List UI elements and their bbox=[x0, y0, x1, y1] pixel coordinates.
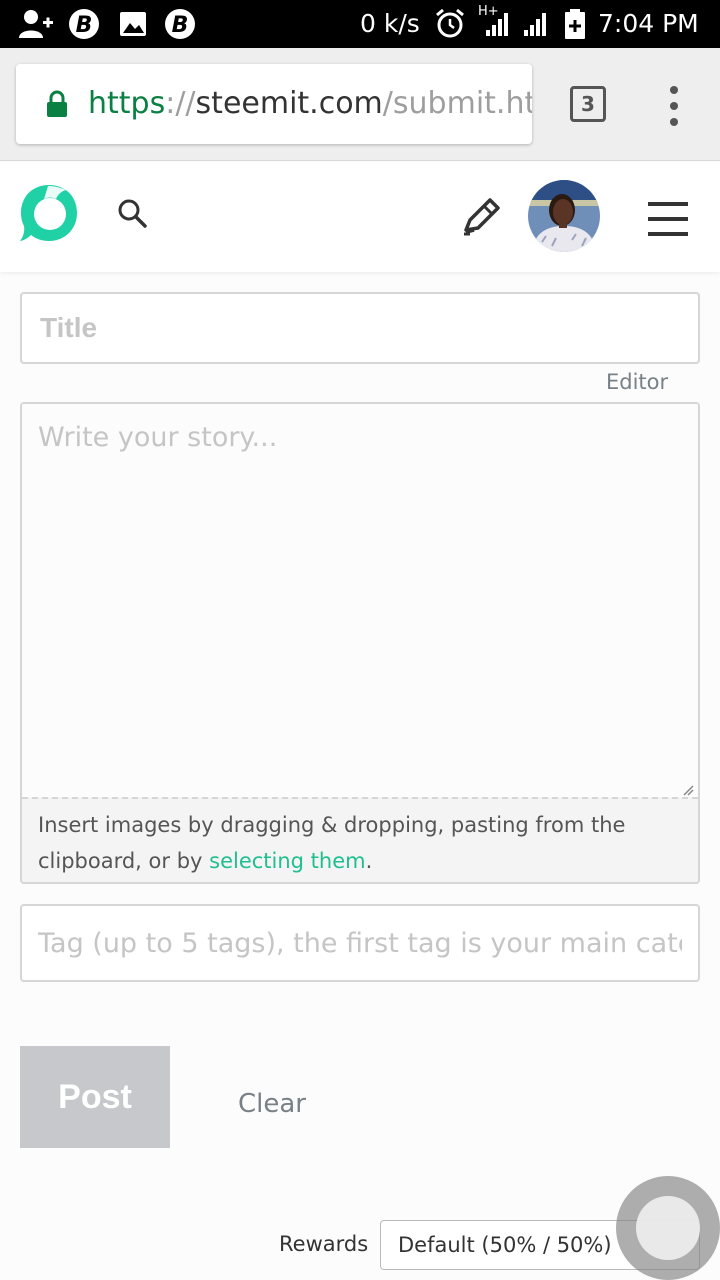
tab-switcher-button[interactable]: 3 bbox=[570, 86, 606, 122]
site-header bbox=[0, 162, 720, 272]
image-icon bbox=[120, 12, 146, 36]
clear-button[interactable]: Clear bbox=[226, 1086, 318, 1122]
more-menu-icon[interactable] bbox=[660, 86, 688, 126]
add-contact-icon bbox=[19, 10, 53, 38]
post-button[interactable]: Post bbox=[20, 1046, 170, 1148]
select-images-link[interactable]: selecting them bbox=[209, 849, 365, 873]
url-separator: :// bbox=[165, 86, 196, 121]
tags-input[interactable] bbox=[20, 904, 700, 982]
signal-icon bbox=[486, 13, 546, 36]
hamburger-menu-icon[interactable] bbox=[648, 202, 688, 236]
battery-charging-icon bbox=[565, 9, 585, 39]
browser-toolbar: https://steemit.com/submit.ht 3 bbox=[0, 48, 720, 161]
bitcoin-icon: B bbox=[165, 9, 195, 39]
search-icon[interactable] bbox=[117, 198, 147, 228]
svg-text:B: B bbox=[76, 13, 93, 38]
steemit-logo-icon[interactable] bbox=[18, 182, 80, 244]
rewards-label: Rewards bbox=[279, 1232, 369, 1256]
url-text[interactable]: https://steemit.com/submit.ht bbox=[88, 84, 532, 124]
image-dropzone[interactable]: Insert images by dragging & dropping, pa… bbox=[22, 797, 698, 882]
clock: 7:04 PM bbox=[598, 9, 699, 38]
title-input[interactable] bbox=[20, 292, 700, 364]
alarm-icon bbox=[436, 8, 464, 38]
resize-grip-icon[interactable] bbox=[682, 784, 694, 796]
status-bar: B B 0 k/s H+ 7:04 PM bbox=[0, 0, 720, 48]
svg-text:B: B bbox=[172, 13, 189, 38]
body-textarea[interactable] bbox=[22, 404, 698, 796]
floating-assistive-button[interactable] bbox=[616, 1176, 720, 1280]
url-scheme: https bbox=[88, 86, 166, 121]
url-host: steemit.com bbox=[195, 86, 383, 121]
lock-icon bbox=[47, 90, 67, 117]
editor-box: Insert images by dragging & dropping, pa… bbox=[20, 402, 700, 884]
avatar-photo bbox=[528, 180, 600, 252]
bitcoin-icon: B bbox=[69, 9, 99, 39]
avatar[interactable] bbox=[528, 180, 600, 252]
pencil-icon[interactable] bbox=[460, 194, 504, 238]
network-speed: 0 k/s bbox=[360, 9, 420, 38]
dropzone-text-end: . bbox=[365, 849, 373, 873]
address-bar[interactable]: https://steemit.com/submit.ht bbox=[16, 64, 532, 144]
url-path: /submit.ht bbox=[382, 86, 532, 121]
editor-toggle-link[interactable]: Editor bbox=[606, 368, 668, 396]
